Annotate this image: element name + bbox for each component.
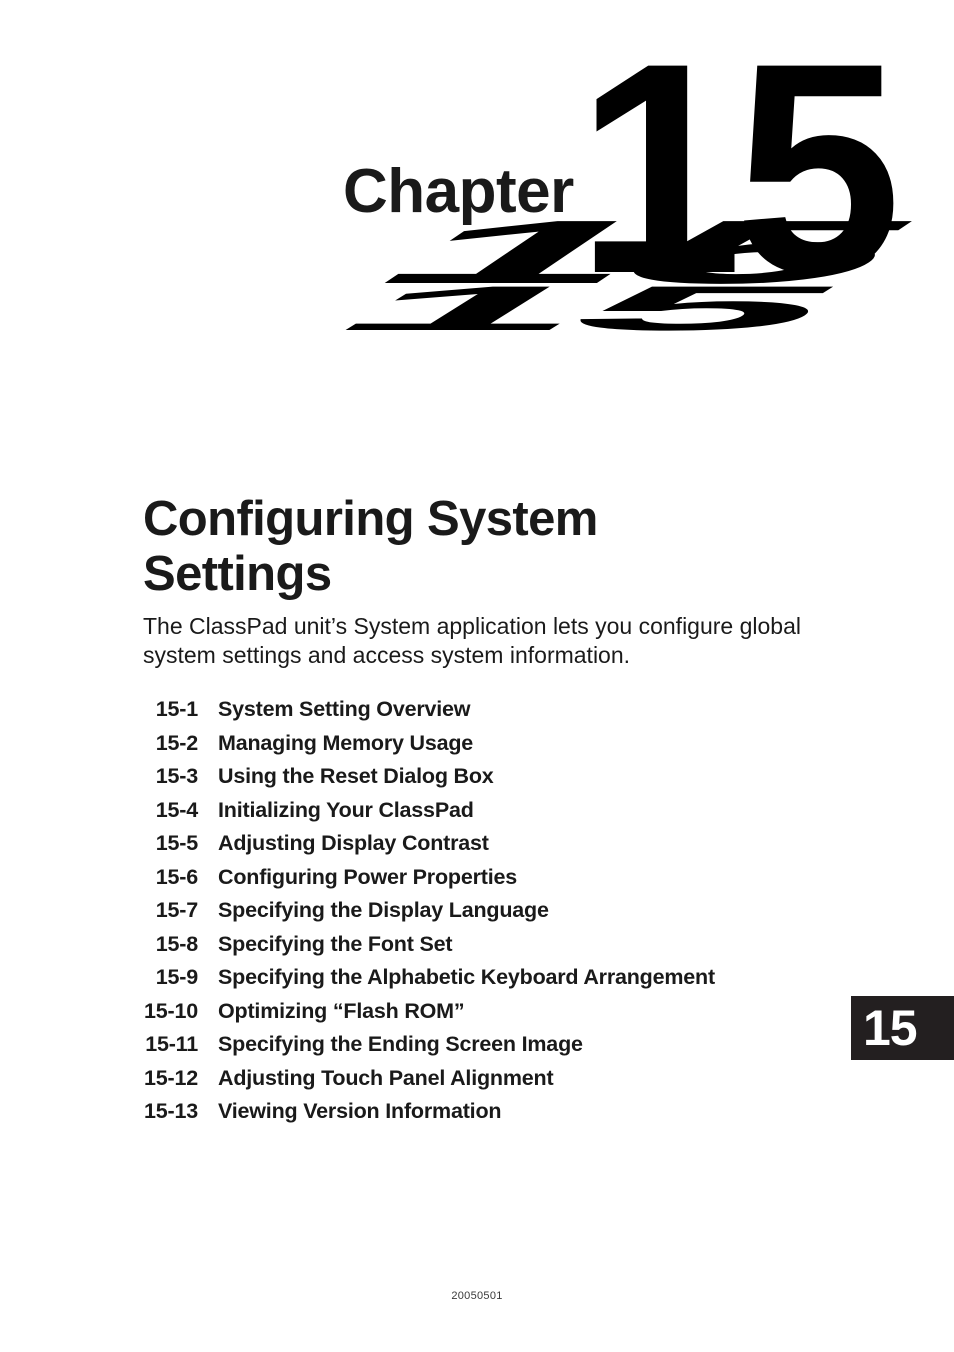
toc-entry-label: Managing Memory Usage xyxy=(218,730,474,755)
toc-entry-label: Using the Reset Dialog Box xyxy=(218,764,494,788)
toc-entry-label: Initializing Your ClassPad xyxy=(218,797,474,822)
toc-entry[interactable]: 15-10 Optimizing “Flash ROM” xyxy=(133,999,833,1033)
toc-entry-label: Adjusting Touch Panel Alignment xyxy=(218,1065,554,1090)
toc-entry-number: 15-10 xyxy=(144,998,198,1023)
toc-entry-label: Specifying the Ending Screen Image xyxy=(218,1032,583,1056)
toc-entry-number: 15-4 xyxy=(155,797,198,822)
toc-entry[interactable]: 15-1 System Setting Overview xyxy=(133,697,833,731)
toc-entry[interactable]: 15-13 Viewing Version Information xyxy=(133,1099,833,1133)
chapter-number-big: 15 xyxy=(576,0,894,336)
toc-entry[interactable]: 15-6 Configuring Power Properties xyxy=(133,865,833,899)
toc-entry-number: 15-8 xyxy=(155,931,198,956)
toc-entry-label: Adjusting Display Contrast xyxy=(218,831,489,855)
toc-entry-number: 15-13 xyxy=(144,1099,198,1123)
chapter-tab-label: 15 xyxy=(863,1000,918,1056)
toc-entry[interactable]: 15-4 Initializing Your ClassPad xyxy=(133,798,833,832)
page-subtitle: The ClassPad unit’s System application l… xyxy=(143,613,801,668)
toc-entry[interactable]: 15-11 Specifying the Ending Screen Image xyxy=(133,1032,833,1066)
chapter-tab-marker: 15 xyxy=(851,996,954,1060)
toc-entry-number: 15-9 xyxy=(155,965,198,989)
toc-entry-number: 15-11 xyxy=(145,1032,198,1056)
toc-entry-label: Optimizing “Flash ROM” xyxy=(218,998,465,1023)
toc-entry-number: 15-5 xyxy=(155,831,198,855)
toc-entry[interactable]: 15-9 Specifying the Alphabetic Keyboard … xyxy=(133,965,833,999)
toc-entry-number: 15-1 xyxy=(155,697,198,721)
toc-entry[interactable]: 15-2 Managing Memory Usage xyxy=(133,731,833,765)
toc-entry-label: Specifying the Font Set xyxy=(218,931,453,956)
toc-entry-label: Configuring Power Properties xyxy=(218,864,518,889)
toc-entry-label: Viewing Version Information xyxy=(218,1099,502,1123)
page-title: Configuring System Settings xyxy=(143,492,598,601)
chapter-header-artwork: 15 15 15 Chapter xyxy=(0,0,954,430)
toc-entry-label: Specifying the Alphabetic Keyboard Arran… xyxy=(218,965,715,989)
toc-entry[interactable]: 15-7 Specifying the Display Language xyxy=(133,898,833,932)
toc-entry-number: 15-12 xyxy=(144,1065,198,1090)
toc-entry-label: Specifying the Display Language xyxy=(218,898,549,922)
toc-entry-number: 15-3 xyxy=(155,764,198,788)
toc-entry-number: 15-7 xyxy=(155,898,198,922)
toc-entry-number: 15-6 xyxy=(155,864,198,889)
document-page: 15 15 15 Chapter Configuring System Sett… xyxy=(0,0,954,1352)
chapter-contents-list: 15-1 System Setting Overview 15-2 Managi… xyxy=(133,697,833,1133)
toc-entry-label: System Setting Overview xyxy=(218,697,471,721)
toc-entry[interactable]: 15-5 Adjusting Display Contrast xyxy=(133,831,833,865)
toc-entry-number: 15-2 xyxy=(155,730,198,755)
toc-entry[interactable]: 15-8 Specifying the Font Set xyxy=(133,932,833,966)
toc-entry[interactable]: 15-12 Adjusting Touch Panel Alignment xyxy=(133,1066,833,1100)
footer-revision-code: 20050501 xyxy=(451,1290,503,1302)
title-block: Configuring System Settings The ClassPad… xyxy=(143,492,833,670)
toc-entry[interactable]: 15-3 Using the Reset Dialog Box xyxy=(133,764,833,798)
chapter-word: Chapter xyxy=(343,157,574,226)
